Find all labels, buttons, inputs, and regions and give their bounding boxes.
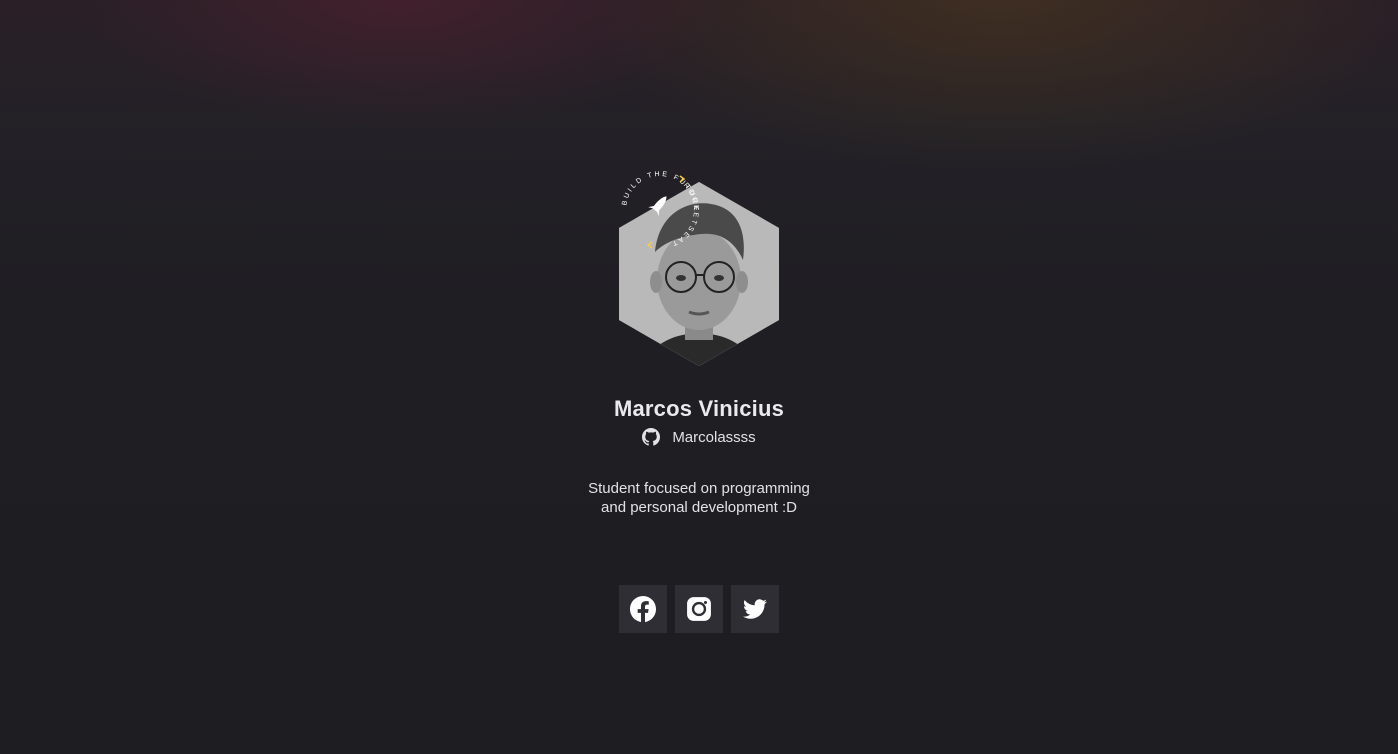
instagram-icon	[687, 597, 711, 621]
github-link[interactable]: Marcolassss	[0, 428, 1398, 446]
github-icon	[642, 428, 661, 446]
rocketseat-badge: BUILD THE FUTURE ROCKETSEAT	[621, 171, 699, 249]
twitter-button[interactable]	[731, 585, 779, 633]
profile-card: BUILD THE FUTURE ROCKETSEAT Marcos Vinic…	[0, 0, 1398, 754]
badge-text-side: ROCKETSEAT	[669, 182, 697, 247]
rocket-icon	[648, 196, 667, 217]
badge-arrow-icon	[646, 241, 653, 249]
instagram-button[interactable]	[675, 585, 723, 633]
profile-bio: Student focused on programming and perso…	[0, 479, 1398, 517]
github-username: Marcolassss	[672, 428, 756, 446]
social-links	[0, 585, 1398, 633]
facebook-icon	[630, 596, 656, 622]
facebook-button[interactable]	[619, 585, 667, 633]
svg-text:ROCKETSEAT: ROCKETSEAT	[669, 182, 699, 247]
twitter-icon	[743, 599, 767, 619]
profile-name: Marcos Vinicius	[613, 396, 785, 421]
bio-line: Student focused on programming	[588, 480, 810, 497]
bio-line: and personal development :D	[601, 499, 797, 516]
avatar-container: BUILD THE FUTURE ROCKETSEAT	[614, 164, 784, 370]
